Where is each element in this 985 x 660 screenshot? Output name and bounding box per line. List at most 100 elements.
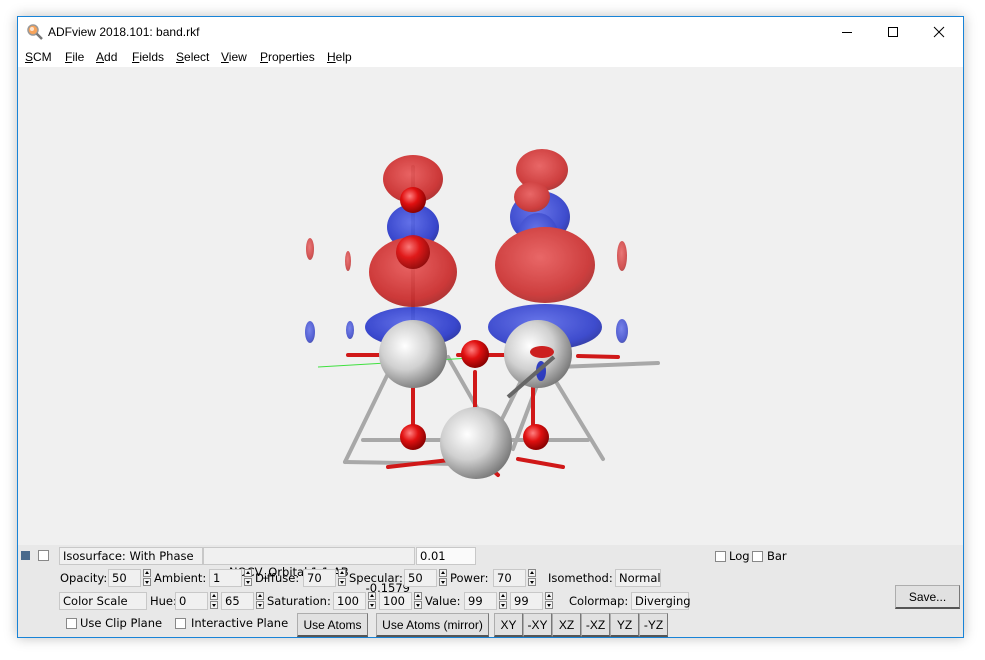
- specular-spinner[interactable]: [438, 569, 448, 587]
- colormap-label: Colormap:: [569, 594, 629, 608]
- clip-plane-label: Use Clip Plane: [80, 616, 163, 630]
- minimize-icon: [842, 32, 852, 33]
- title-bar: ADFview 2018.101: band.rkf: [18, 17, 963, 47]
- hue-max-input[interactable]: 65: [221, 592, 254, 610]
- plane-xy-button[interactable]: XY: [494, 613, 523, 637]
- menu-add[interactable]: Add: [96, 50, 117, 64]
- iso-lobe-negative: [616, 319, 628, 343]
- menu-view[interactable]: View: [221, 50, 247, 64]
- menu-fields[interactable]: Fields: [132, 50, 164, 64]
- molecule-scene[interactable]: [18, 67, 963, 545]
- power-input[interactable]: 70: [493, 569, 526, 587]
- surface-type-field[interactable]: Isosurface: With Phase: [59, 547, 203, 565]
- value-min-spinner[interactable]: [498, 592, 508, 610]
- specular-input[interactable]: 50: [404, 569, 437, 587]
- plane-neg-xy-button[interactable]: -XY: [523, 613, 552, 637]
- isomethod-select[interactable]: Normal: [615, 569, 661, 587]
- saturation-max-input[interactable]: 100: [379, 592, 412, 610]
- power-spinner[interactable]: [527, 569, 537, 587]
- iso-lobe-positive: [617, 241, 627, 271]
- bar-label: Bar: [767, 549, 787, 563]
- plane-neg-yz-button[interactable]: -YZ: [639, 613, 668, 637]
- atom-oxygen[interactable]: [461, 340, 489, 368]
- save-button[interactable]: Save...: [895, 585, 960, 609]
- ambient-spinner[interactable]: [243, 569, 253, 587]
- close-button[interactable]: [916, 17, 962, 47]
- log-label: Log: [729, 549, 750, 563]
- opacity-spinner[interactable]: [142, 569, 152, 587]
- saturation-max-spinner[interactable]: [413, 592, 423, 610]
- use-atoms-mirror-button[interactable]: Use Atoms (mirror): [376, 613, 489, 637]
- hue-min-input[interactable]: 0: [175, 592, 208, 610]
- menu-mnemonic: H: [327, 50, 336, 64]
- visibility-toggle[interactable]: [21, 551, 30, 560]
- saturation-label: Saturation:: [267, 594, 331, 608]
- menu-help[interactable]: Help: [327, 50, 352, 64]
- 3d-viewport[interactable]: [18, 67, 963, 545]
- specular-label: Specular:: [349, 571, 403, 585]
- saturation-min-input[interactable]: 100: [333, 592, 366, 610]
- bar-checkbox[interactable]: [752, 551, 763, 562]
- menu-label: CM: [33, 50, 52, 64]
- menu-select[interactable]: Select: [176, 50, 209, 64]
- menu-label: ields: [139, 50, 165, 64]
- menu-mnemonic: V: [221, 50, 229, 64]
- field-name-field[interactable]: NOCV_Orbital 1 1 AB -0.1579: [203, 547, 415, 595]
- iso-lobe-negative: [346, 321, 354, 339]
- minimize-button[interactable]: [824, 17, 870, 47]
- value-min-input[interactable]: 99: [464, 592, 497, 610]
- menu-file[interactable]: File: [65, 50, 84, 64]
- menu-mnemonic: S: [176, 50, 185, 64]
- atom-metal[interactable]: [379, 320, 447, 388]
- field-control-panel: Isosurface: With Phase NOCV_Orbital 1 1 …: [18, 545, 963, 637]
- opacity-input[interactable]: 50: [108, 569, 141, 587]
- diffuse-label: Diffuse:: [255, 571, 300, 585]
- colormap-select[interactable]: Diverging: [631, 592, 691, 610]
- menu-label: iew: [228, 50, 247, 64]
- atom-oxygen[interactable]: [396, 235, 430, 269]
- menu-mnemonic: S: [25, 50, 34, 64]
- plane-neg-xz-button[interactable]: -XZ: [581, 613, 610, 637]
- iso-value-input[interactable]: 0.01: [416, 547, 476, 565]
- color-scale-field[interactable]: Color Scale: [59, 592, 147, 610]
- iso-lobe-positive: [306, 238, 314, 260]
- value-max-spinner[interactable]: [544, 592, 554, 610]
- close-icon: [933, 26, 945, 38]
- iso-lobe-positive: [514, 182, 550, 212]
- menu-mnemonic: A: [96, 50, 105, 64]
- menu-properties[interactable]: Properties: [260, 50, 315, 64]
- atom-oxygen[interactable]: [400, 187, 426, 213]
- interactive-plane-label: Interactive Plane: [191, 616, 289, 630]
- hue-min-spinner[interactable]: [209, 592, 219, 610]
- iso-lobe-positive: [495, 227, 595, 303]
- atom-oxygen[interactable]: [400, 424, 426, 450]
- log-checkbox[interactable]: [715, 551, 726, 562]
- iso-lobe-positive: [345, 251, 351, 271]
- use-atoms-button[interactable]: Use Atoms: [297, 613, 368, 637]
- iso-lobe-negative: [305, 321, 315, 343]
- isosurface-right-stack: [488, 149, 602, 350]
- hue-max-spinner[interactable]: [255, 592, 265, 610]
- clip-plane-checkbox[interactable]: [66, 618, 77, 629]
- menu-scm[interactable]: SCM: [25, 50, 52, 64]
- value-max-input[interactable]: 99: [510, 592, 543, 610]
- diffuse-input[interactable]: 70: [303, 569, 336, 587]
- atom-metal[interactable]: [440, 407, 512, 479]
- plane-xz-button[interactable]: XZ: [552, 613, 581, 637]
- select-checkbox[interactable]: [38, 550, 49, 561]
- saturation-min-spinner[interactable]: [367, 592, 377, 610]
- plane-yz-button[interactable]: YZ: [610, 613, 639, 637]
- atom-oxygen[interactable]: [523, 424, 549, 450]
- menu-label: elp: [335, 50, 352, 64]
- menu-label: elect: [184, 50, 210, 64]
- ambient-input[interactable]: 1: [209, 569, 242, 587]
- interactive-plane-checkbox[interactable]: [175, 618, 186, 629]
- menu-label: ile: [72, 50, 85, 64]
- maximize-button[interactable]: [870, 17, 916, 47]
- window-title: ADFview 2018.101: band.rkf: [48, 25, 200, 39]
- opacity-label: Opacity:: [60, 571, 108, 585]
- iso-lobe-positive: [530, 346, 554, 358]
- diffuse-spinner[interactable]: [337, 569, 347, 587]
- menu-mnemonic: P: [260, 50, 269, 64]
- app-magnifier-icon: [27, 24, 43, 40]
